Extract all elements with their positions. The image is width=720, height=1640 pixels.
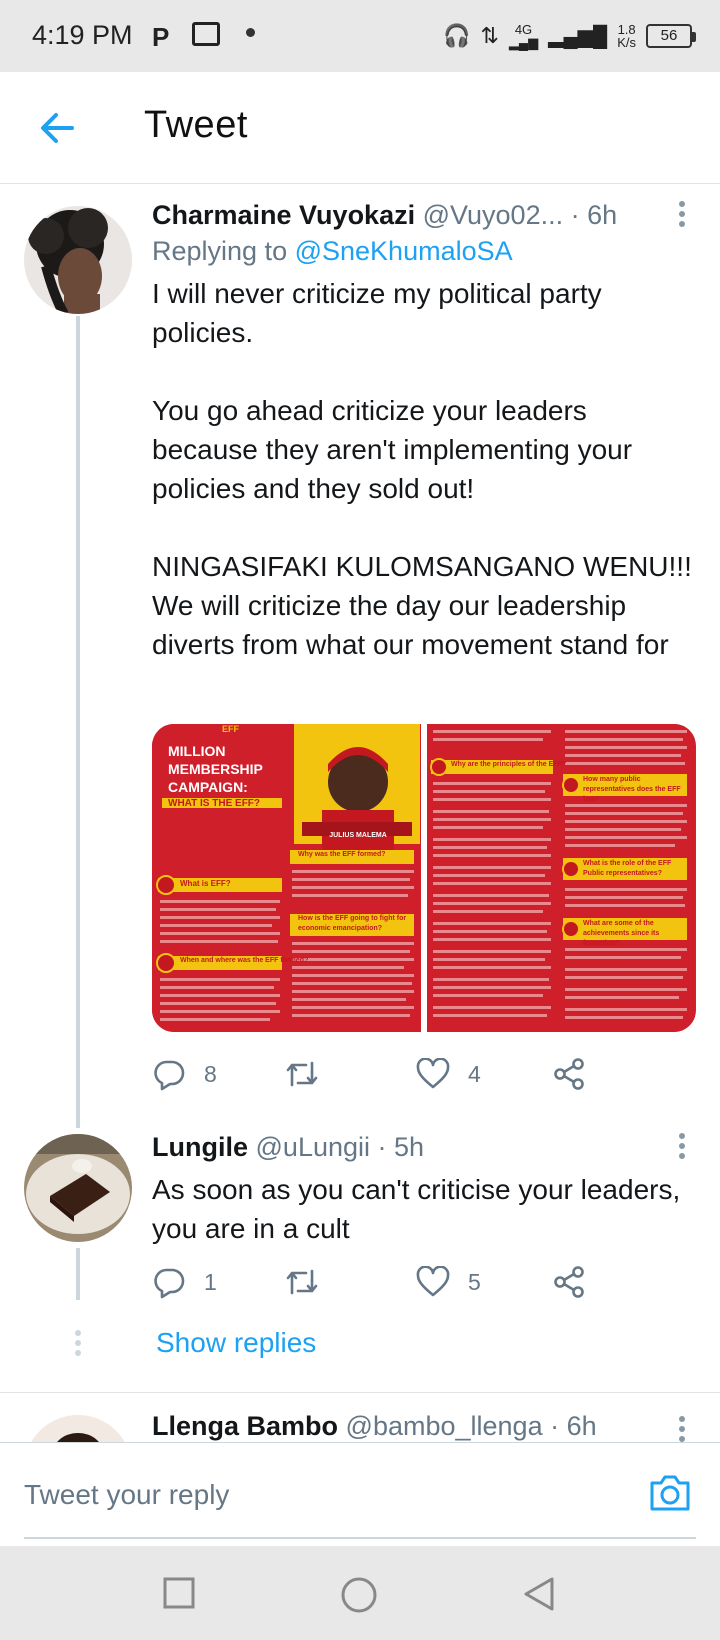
more-options-icon[interactable] — [676, 1130, 688, 1164]
like-button[interactable]: 4 — [416, 1054, 481, 1094]
reply-button[interactable]: 8 — [152, 1054, 217, 1094]
tweet-paragraph: NINGASIFAKI KULOMSANGANO WENU!!! We will… — [152, 551, 692, 660]
data-transfer-icon: ⇅ — [480, 23, 499, 48]
network-speed: 1.8 K/s — [617, 22, 636, 50]
user-handle[interactable]: @uLungii — [256, 1132, 371, 1162]
like-button[interactable]: 5 — [416, 1262, 481, 1302]
reply-count: 8 — [204, 1060, 217, 1087]
display-name[interactable]: Llenga Bambo — [152, 1411, 338, 1441]
heart-icon — [416, 1266, 450, 1297]
thread-dots-icon — [74, 1330, 82, 1356]
poster-question: When and where was the EFF formed? — [180, 957, 309, 964]
reply-button[interactable]: 1 — [152, 1262, 217, 1302]
tweet-text: As soon as you can't criticise your lead… — [152, 1174, 681, 1244]
timestamp[interactable]: · 5h — [378, 1132, 425, 1162]
camera-icon — [650, 1475, 690, 1511]
more-options-icon[interactable] — [676, 198, 688, 232]
user-handle[interactable]: @Vuyo02... — [423, 200, 563, 230]
back-nav-button[interactable] — [522, 1576, 556, 1617]
thread-connector — [76, 316, 80, 1128]
tweet-paragraph: I will never criticize my political part… — [152, 278, 602, 348]
triangle-back-icon — [524, 1577, 554, 1611]
tweet-media[interactable]: EFF MILLION MEMBERSHIP CAMPAIGN: WHAT IS… — [152, 724, 696, 1032]
heart-icon — [416, 1058, 450, 1089]
poster-brand: EFF — [222, 724, 239, 734]
parking-app-icon: P — [152, 22, 170, 52]
show-replies-link[interactable]: Show replies — [156, 1327, 316, 1359]
headphones-icon: 🎧 — [443, 23, 471, 48]
status-time: 4:19 PM — [32, 20, 133, 50]
cast-icon — [192, 22, 220, 46]
back-button[interactable] — [36, 106, 80, 150]
user-handle[interactable]: @bambo_llenga — [346, 1411, 543, 1441]
signal-icon: ▂▄▆█ — [548, 25, 608, 48]
retweet-icon — [286, 1061, 318, 1087]
retweet-button[interactable] — [284, 1054, 338, 1094]
replying-to: Replying to @SneKhumaloSA — [152, 236, 513, 266]
display-name[interactable]: Charmaine Vuyokazi — [152, 200, 415, 230]
retweet-button[interactable] — [284, 1262, 338, 1302]
recents-button[interactable] — [162, 1576, 196, 1615]
eff-poster-image[interactable]: Why are the principles of the EFF? How m… — [427, 724, 696, 1032]
poster-question: What are some of the achievements since … — [583, 920, 660, 947]
tweet-actions: 8 4 — [152, 1054, 612, 1094]
reply-count: 1 — [204, 1268, 217, 1295]
like-count: 4 — [468, 1060, 481, 1087]
tweet-header: Lungile @uLungii · 5h — [152, 1132, 664, 1163]
poster-title: MILLION MEMBERSHIP CAMPAIGN: — [168, 743, 263, 795]
share-icon — [554, 1058, 584, 1090]
battery-icon: 56 — [646, 24, 696, 48]
tweet-actions: 1 5 — [152, 1262, 612, 1302]
tweet-header: Llenga Bambo @bambo_llenga · 6h — [152, 1411, 664, 1442]
status-bar: 4:19 PM P 🎧 ⇅ 4G ▂▄▆ ▂▄▆█ 1.8 K/s 56 — [0, 0, 720, 72]
tweet-lungile[interactable]: Lungile @uLungii · 5h As soon as you can… — [0, 1120, 720, 1299]
camera-button[interactable] — [648, 1473, 692, 1513]
square-icon — [163, 1577, 195, 1609]
tweet-header: Charmaine Vuyokazi @Vuyo02... · 6h — [152, 200, 664, 231]
share-button[interactable] — [552, 1054, 586, 1094]
timestamp[interactable]: · 6h — [571, 200, 618, 230]
reply-icon — [154, 1060, 185, 1091]
input-underline — [24, 1537, 696, 1539]
poster-question: What is EFF? — [180, 879, 231, 888]
tweet-text: I will never criticize my political part… — [152, 274, 700, 664]
avatar[interactable] — [24, 1415, 132, 1442]
poster-question: Why are the principles of the EFF? — [451, 761, 567, 768]
reply-composer: Tweet your reply — [0, 1442, 720, 1546]
avatar[interactable] — [24, 206, 132, 314]
eff-poster-image[interactable]: EFF MILLION MEMBERSHIP CAMPAIGN: WHAT IS… — [152, 724, 421, 1032]
status-icons: 🎧 ⇅ 4G ▂▄▆ ▂▄▆█ 1.8 K/s 56 — [443, 18, 696, 54]
more-options-icon[interactable] — [676, 1413, 688, 1442]
reply-input[interactable]: Tweet your reply — [24, 1479, 229, 1511]
page-title: Tweet — [144, 104, 248, 146]
tweet-paragraph: You go ahead criticize your leaders beca… — [152, 395, 633, 504]
retweet-icon — [286, 1269, 318, 1295]
poster-subtitle: WHAT IS THE EFF? — [168, 798, 261, 809]
reply-icon — [154, 1268, 185, 1299]
tweet-charmaine[interactable]: Charmaine Vuyokazi @Vuyo02... · 6h Reply… — [0, 186, 720, 1106]
home-button[interactable] — [340, 1576, 378, 1619]
arrow-left-icon — [41, 113, 74, 143]
system-nav-bar — [0, 1546, 720, 1640]
poster-question: Why was the EFF formed? — [298, 851, 386, 858]
poster-question: How many public representatives does the… — [583, 776, 681, 803]
circle-icon — [341, 1577, 377, 1613]
poster-question: How is the EFF going to fight for econom… — [298, 915, 407, 932]
poster-leader-name: JULIUS MALEMA — [329, 832, 387, 839]
notification-dot-icon — [246, 28, 255, 37]
app-header: Tweet — [0, 72, 720, 184]
replying-to-link[interactable]: @SneKhumaloSA — [295, 236, 513, 266]
tweet-llenga[interactable]: Llenga Bambo @bambo_llenga · 6h — [0, 1393, 720, 1442]
display-name[interactable]: Lungile — [152, 1132, 248, 1162]
avatar[interactable] — [24, 1134, 132, 1242]
share-icon — [554, 1266, 584, 1298]
network-type: 4G ▂▄▆ — [508, 22, 539, 50]
like-count: 5 — [468, 1268, 481, 1295]
poster-question: What is the role of the EFF Public repre… — [583, 860, 672, 877]
timestamp[interactable]: · 6h — [550, 1411, 597, 1441]
share-button[interactable] — [552, 1262, 586, 1302]
